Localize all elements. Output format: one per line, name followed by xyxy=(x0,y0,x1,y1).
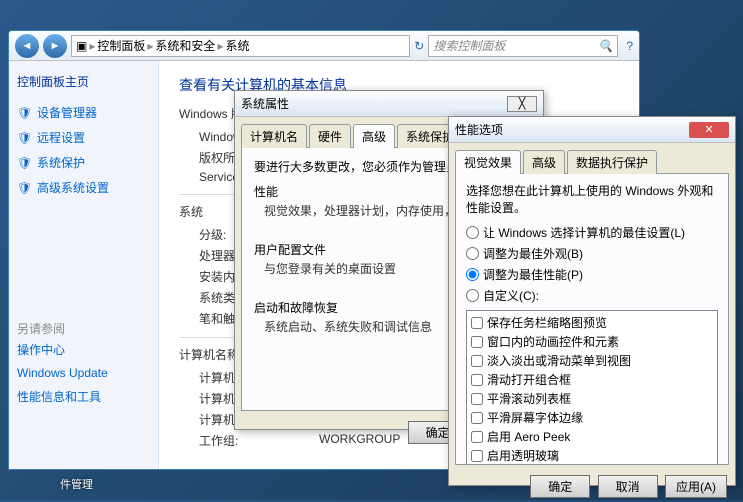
effect-checkbox-row[interactable]: 窗口内的动画控件和元素 xyxy=(469,332,715,351)
see-also-action-center[interactable]: 操作中心 xyxy=(17,337,150,362)
shield-icon: 🛡 xyxy=(17,181,31,195)
effect-checkbox[interactable] xyxy=(471,355,483,367)
help-icon[interactable]: ? xyxy=(626,39,633,53)
effect-checkbox-row[interactable]: 启用透明玻璃 xyxy=(469,446,715,465)
shield-icon: 🛡 xyxy=(17,156,31,170)
effect-label: 淡入淡出或滑动菜单到视图 xyxy=(487,352,631,369)
effect-label: 滑动打开组合框 xyxy=(487,371,571,388)
search-input[interactable]: 搜索控制面板 🔍 xyxy=(428,35,618,57)
effect-label: 启用透明玻璃 xyxy=(487,447,559,464)
see-also-label: 另请参阅 xyxy=(17,320,150,337)
tab-hardware[interactable]: 硬件 xyxy=(309,124,351,148)
ok-button[interactable]: 确定 xyxy=(530,475,590,498)
see-also-windows-update[interactable]: Windows Update xyxy=(17,362,150,384)
effect-checkbox[interactable] xyxy=(471,450,483,462)
tab-content: 选择您想在此计算机上使用的 Windows 外观和性能设置。 让 Windows… xyxy=(455,173,729,465)
cancel-button[interactable]: 取消 xyxy=(598,475,658,498)
see-also-perf-info[interactable]: 性能信息和工具 xyxy=(17,384,150,409)
radio-custom[interactable]: 自定义(C): xyxy=(466,285,718,306)
breadcrumb-item[interactable]: 控制面板 xyxy=(97,37,145,54)
effect-checkbox[interactable] xyxy=(471,412,483,424)
effect-checkbox[interactable] xyxy=(471,374,483,386)
effect-checkbox[interactable] xyxy=(471,431,483,443)
close-icon[interactable]: ✕ xyxy=(689,122,729,138)
close-icon[interactable]: ╳ xyxy=(507,96,537,112)
performance-options-dialog: 性能选项 ✕ 视觉效果 高级 数据执行保护 选择您想在此计算机上使用的 Wind… xyxy=(448,116,736,486)
effect-checkbox-row[interactable]: 淡入淡出或滑动菜单到视图 xyxy=(469,351,715,370)
radio-best-performance[interactable]: 调整为最佳性能(P) xyxy=(466,264,718,285)
effect-label: 保存任务栏缩略图预览 xyxy=(487,314,607,331)
effect-label: 平滑屏幕字体边缘 xyxy=(487,409,583,426)
effect-label: 启用 Aero Peek xyxy=(487,428,570,445)
titlebar: ◄ ► ▣ ▸ 控制面板 ▸ 系统和安全 ▸ 系统 ↻ 搜索控制面板 🔍 ? xyxy=(9,31,639,61)
breadcrumb-item[interactable]: 系统和安全 xyxy=(155,37,215,54)
effect-checkbox-row[interactable]: 保存任务栏缩略图预览 xyxy=(469,313,715,332)
shield-icon: 🛡 xyxy=(17,106,31,120)
tab-advanced[interactable]: 高级 xyxy=(353,124,395,148)
effect-label: 平滑滚动列表框 xyxy=(487,390,571,407)
dialog-titlebar[interactable]: 性能选项 ✕ xyxy=(449,117,735,143)
effect-checkbox[interactable] xyxy=(471,317,483,329)
effect-checkbox-row[interactable]: 平滑屏幕字体边缘 xyxy=(469,408,715,427)
effect-checkbox[interactable] xyxy=(471,336,483,348)
refresh-icon[interactable]: ↻ xyxy=(414,39,424,53)
tabs: 视觉效果 高级 数据执行保护 xyxy=(449,143,735,173)
sidebar-item-remote[interactable]: 🛡远程设置 xyxy=(17,125,150,150)
sidebar-item-device-manager[interactable]: 🛡设备管理器 xyxy=(17,100,150,125)
effect-label: 窗口内的动画控件和元素 xyxy=(487,333,619,350)
sidebar-title[interactable]: 控制面板主页 xyxy=(17,73,150,90)
radio-let-windows[interactable]: 让 Windows 选择计算机的最佳设置(L) xyxy=(466,222,718,243)
effect-checkbox-row[interactable]: 启用 Aero Peek xyxy=(469,427,715,446)
tab-advanced[interactable]: 高级 xyxy=(523,150,565,174)
shield-icon: 🛡 xyxy=(17,131,31,145)
dialog-title: 系统属性 xyxy=(241,95,289,112)
dialog-titlebar[interactable]: 系统属性 ╳ xyxy=(235,91,543,117)
sidebar-item-advanced[interactable]: 🛡高级系统设置 xyxy=(17,175,150,200)
breadcrumb[interactable]: ▣ ▸ 控制面板 ▸ 系统和安全 ▸ 系统 xyxy=(71,35,410,57)
nav-forward-icon[interactable]: ► xyxy=(43,34,67,58)
nav-back-icon[interactable]: ◄ xyxy=(15,34,39,58)
search-icon: 🔍 xyxy=(598,39,613,53)
apply-button[interactable]: 应用(A) xyxy=(665,475,727,498)
radio-best-appearance[interactable]: 调整为最佳外观(B) xyxy=(466,243,718,264)
breadcrumb-icon: ▣ xyxy=(76,39,87,53)
effects-checklist[interactable]: 保存任务栏缩略图预览窗口内的动画控件和元素淡入淡出或滑动菜单到视图滑动打开组合框… xyxy=(466,310,718,465)
tab-computer-name[interactable]: 计算机名 xyxy=(241,124,307,148)
perf-desc: 选择您想在此计算机上使用的 Windows 外观和性能设置。 xyxy=(466,182,718,216)
tab-dep[interactable]: 数据执行保护 xyxy=(567,150,657,174)
effect-checkbox-row[interactable]: 平滑滚动列表框 xyxy=(469,389,715,408)
effect-checkbox[interactable] xyxy=(471,393,483,405)
dialog-title: 性能选项 xyxy=(455,121,503,138)
taskbar-item[interactable]: 件管理 xyxy=(60,476,93,492)
sidebar: 控制面板主页 🛡设备管理器 🛡远程设置 🛡系统保护 🛡高级系统设置 另请参阅 操… xyxy=(9,61,159,469)
sidebar-item-protection[interactable]: 🛡系统保护 xyxy=(17,150,150,175)
tab-visual-effects[interactable]: 视觉效果 xyxy=(455,150,521,174)
effect-checkbox-row[interactable]: 滑动打开组合框 xyxy=(469,370,715,389)
breadcrumb-item[interactable]: 系统 xyxy=(225,37,249,54)
